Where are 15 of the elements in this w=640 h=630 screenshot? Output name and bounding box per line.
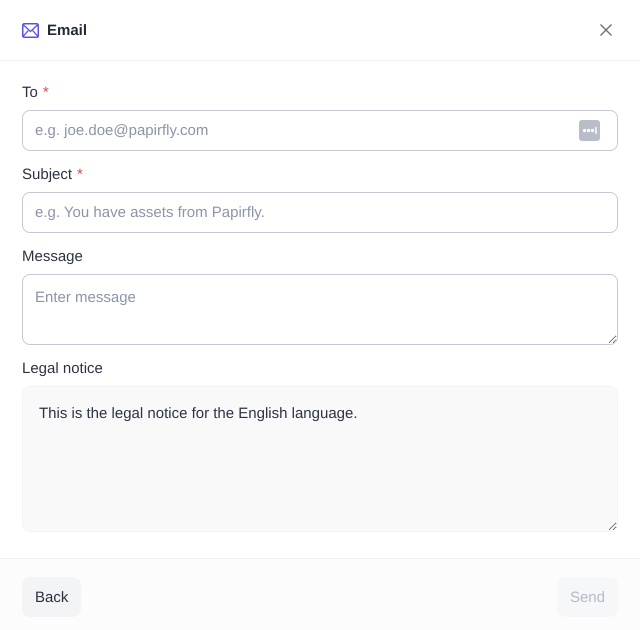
field-label: Subject: [22, 165, 72, 185]
subject-field[interactable]: e.g. You have assets from Papirfly.: [22, 192, 618, 233]
legal-notice-field[interactable]: This is the legal notice for the English language.: [22, 386, 618, 532]
back-button[interactable]: Back: [22, 577, 82, 617]
close-button[interactable]: [600, 24, 612, 36]
field-label: To: [22, 83, 38, 103]
message-field[interactable]: Enter message: [22, 274, 618, 345]
field-label: Legal notice: [22, 359, 103, 379]
required-mark: *: [77, 165, 83, 185]
close-icon: [600, 24, 612, 36]
to-field[interactable]: e.g. joe.doe@papirfly.com: [22, 110, 618, 151]
field-label: Message: [22, 247, 83, 267]
required-mark: *: [42, 83, 49, 103]
dialog-title: Email: [47, 22, 88, 38]
envelope-icon: [22, 22, 39, 38]
